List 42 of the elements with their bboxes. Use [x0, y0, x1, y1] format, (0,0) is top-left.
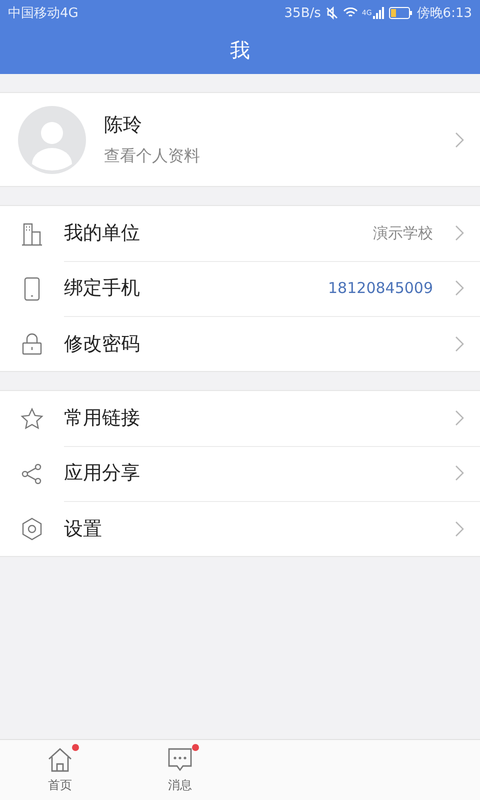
- menu-label: 绑定手机: [64, 276, 141, 301]
- carrier-name: 中国移动4G: [8, 5, 78, 22]
- clock-time: 傍晚6:13: [416, 5, 472, 22]
- menu-label: 我的单位: [64, 221, 141, 246]
- chevron-icon: [455, 225, 464, 241]
- chevron-icon: [455, 280, 464, 296]
- message-icon: [167, 746, 193, 772]
- signal-icon: [372, 7, 385, 19]
- home-icon: [47, 746, 73, 772]
- profile-subtitle: 查看个人资料: [104, 146, 201, 167]
- menu-item[interactable]: 设置: [0, 501, 480, 556]
- mute-icon: [324, 6, 339, 20]
- battery-icon: [388, 7, 413, 19]
- nav-tab[interactable]: 消息: [120, 740, 240, 800]
- chevron-icon: [455, 336, 464, 352]
- star-icon: [20, 406, 44, 430]
- lock-icon: [20, 332, 44, 356]
- avatar-icon: [18, 106, 86, 174]
- menu-item[interactable]: 应用分享: [0, 446, 480, 501]
- chevron-icon: [455, 520, 464, 536]
- menu-label: 设置: [64, 516, 103, 542]
- nav-tab[interactable]: 首页: [0, 740, 120, 800]
- menu-value: 演示学校: [373, 224, 433, 242]
- profile-row[interactable]: 陈玲 查看个人资料: [0, 92, 480, 187]
- chevron-icon: [455, 465, 464, 481]
- share-icon: [20, 462, 44, 486]
- settings-icon: [20, 516, 44, 540]
- user-name: 陈玲: [104, 113, 143, 138]
- chevron-icon: [455, 132, 464, 148]
- menu-item[interactable]: 绑定手机 18120845009: [0, 261, 480, 316]
- menu-item[interactable]: 常用链接: [0, 391, 480, 446]
- wifi-icon: [342, 7, 358, 19]
- menu-item[interactable]: 我的单位 演示学校: [0, 206, 480, 261]
- menu-item[interactable]: 修改密码: [0, 316, 480, 371]
- page-title: 我: [230, 36, 250, 64]
- network-speed: 35B/s: [284, 6, 321, 20]
- chevron-icon: [455, 410, 464, 426]
- building-icon: [20, 222, 44, 246]
- menu-label: 常用链接: [64, 406, 141, 431]
- menu-label: 修改密码: [64, 332, 141, 356]
- menu-value: 18120845009: [328, 279, 433, 297]
- menu-label: 应用分享: [64, 461, 141, 486]
